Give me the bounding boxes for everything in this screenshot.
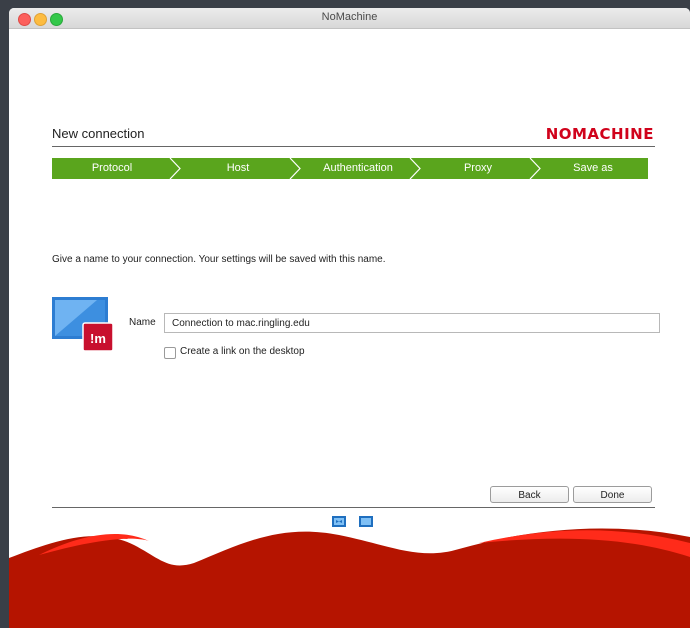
- nomachine-window: NoMachine New connection NOMACHINE Proto…: [9, 8, 690, 628]
- connection-name-input[interactable]: [164, 313, 660, 333]
- step-protocol: Protocol: [91, 162, 133, 174]
- done-button[interactable]: Done: [573, 486, 652, 503]
- title-bar[interactable]: NoMachine: [9, 8, 690, 29]
- step-host: Host: [226, 162, 250, 174]
- window-title: NoMachine: [321, 11, 378, 23]
- connection-monitor-icon: !m: [52, 297, 114, 352]
- step-proxy: Proxy: [463, 162, 493, 174]
- back-button[interactable]: Back: [490, 486, 569, 503]
- header-divider: [52, 146, 655, 147]
- desktop-link-checkbox[interactable]: [164, 347, 176, 359]
- desktop-link-label[interactable]: Create a link on the desktop: [180, 346, 305, 357]
- instruction-text: Give a name to your connection. Your set…: [52, 254, 386, 265]
- footer-divider: [52, 507, 655, 508]
- decorative-wave: [9, 528, 690, 628]
- name-label: Name: [129, 317, 156, 328]
- nomachine-logo: NOMACHINE: [545, 125, 654, 143]
- step-authentication: Authentication: [323, 162, 393, 174]
- page-title: New connection: [52, 126, 145, 141]
- step-save-as: Save as: [573, 162, 613, 174]
- wizard-steps: Protocol Host Authentication Proxy Save …: [52, 158, 648, 179]
- svg-text:!m: !m: [90, 331, 106, 346]
